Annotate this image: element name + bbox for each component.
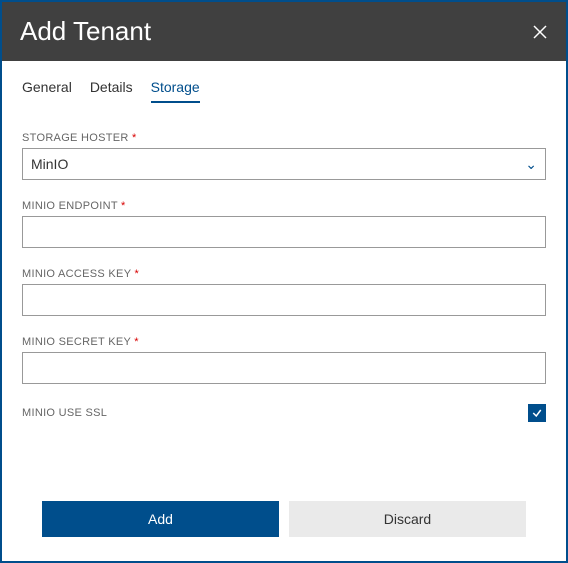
dialog-footer: Add Discard [22, 501, 546, 561]
required-marker: * [134, 336, 139, 348]
minio-use-ssl-label: MINIO USE SSL [22, 407, 107, 419]
dialog-title: Add Tenant [20, 16, 151, 47]
dialog-header: Add Tenant [2, 2, 566, 61]
storage-hoster-value: MinIO [31, 156, 68, 172]
dialog-body: General Details Storage STORAGE HOSTER *… [2, 61, 566, 561]
tab-storage[interactable]: Storage [151, 79, 200, 103]
minio-endpoint-input[interactable] [22, 216, 546, 248]
field-minio-secret-key: MINIO SECRET KEY * [22, 336, 546, 384]
minio-endpoint-label: MINIO ENDPOINT * [22, 200, 546, 212]
minio-use-ssl-checkbox[interactable] [528, 404, 546, 422]
minio-access-key-input[interactable] [22, 284, 546, 316]
storage-hoster-label: STORAGE HOSTER * [22, 132, 546, 144]
minio-secret-key-input[interactable] [22, 352, 546, 384]
storage-hoster-select[interactable]: MinIO ⌄ [22, 148, 546, 180]
required-marker: * [132, 132, 137, 144]
minio-secret-key-label: MINIO SECRET KEY * [22, 336, 546, 348]
tab-details[interactable]: Details [90, 79, 133, 103]
tab-general[interactable]: General [22, 79, 72, 103]
field-minio-endpoint: MINIO ENDPOINT * [22, 200, 546, 248]
field-minio-use-ssl: MINIO USE SSL [22, 404, 546, 422]
required-marker: * [121, 200, 126, 212]
add-button[interactable]: Add [42, 501, 279, 537]
close-icon[interactable] [532, 24, 548, 40]
chevron-down-icon: ⌄ [525, 156, 537, 173]
field-storage-hoster: STORAGE HOSTER * MinIO ⌄ [22, 132, 546, 180]
field-minio-access-key: MINIO ACCESS KEY * [22, 268, 546, 316]
minio-access-key-label: MINIO ACCESS KEY * [22, 268, 546, 280]
discard-button[interactable]: Discard [289, 501, 526, 537]
required-marker: * [135, 268, 140, 280]
add-tenant-dialog: Add Tenant General Details Storage STORA… [0, 0, 568, 563]
tabs: General Details Storage [22, 79, 546, 104]
